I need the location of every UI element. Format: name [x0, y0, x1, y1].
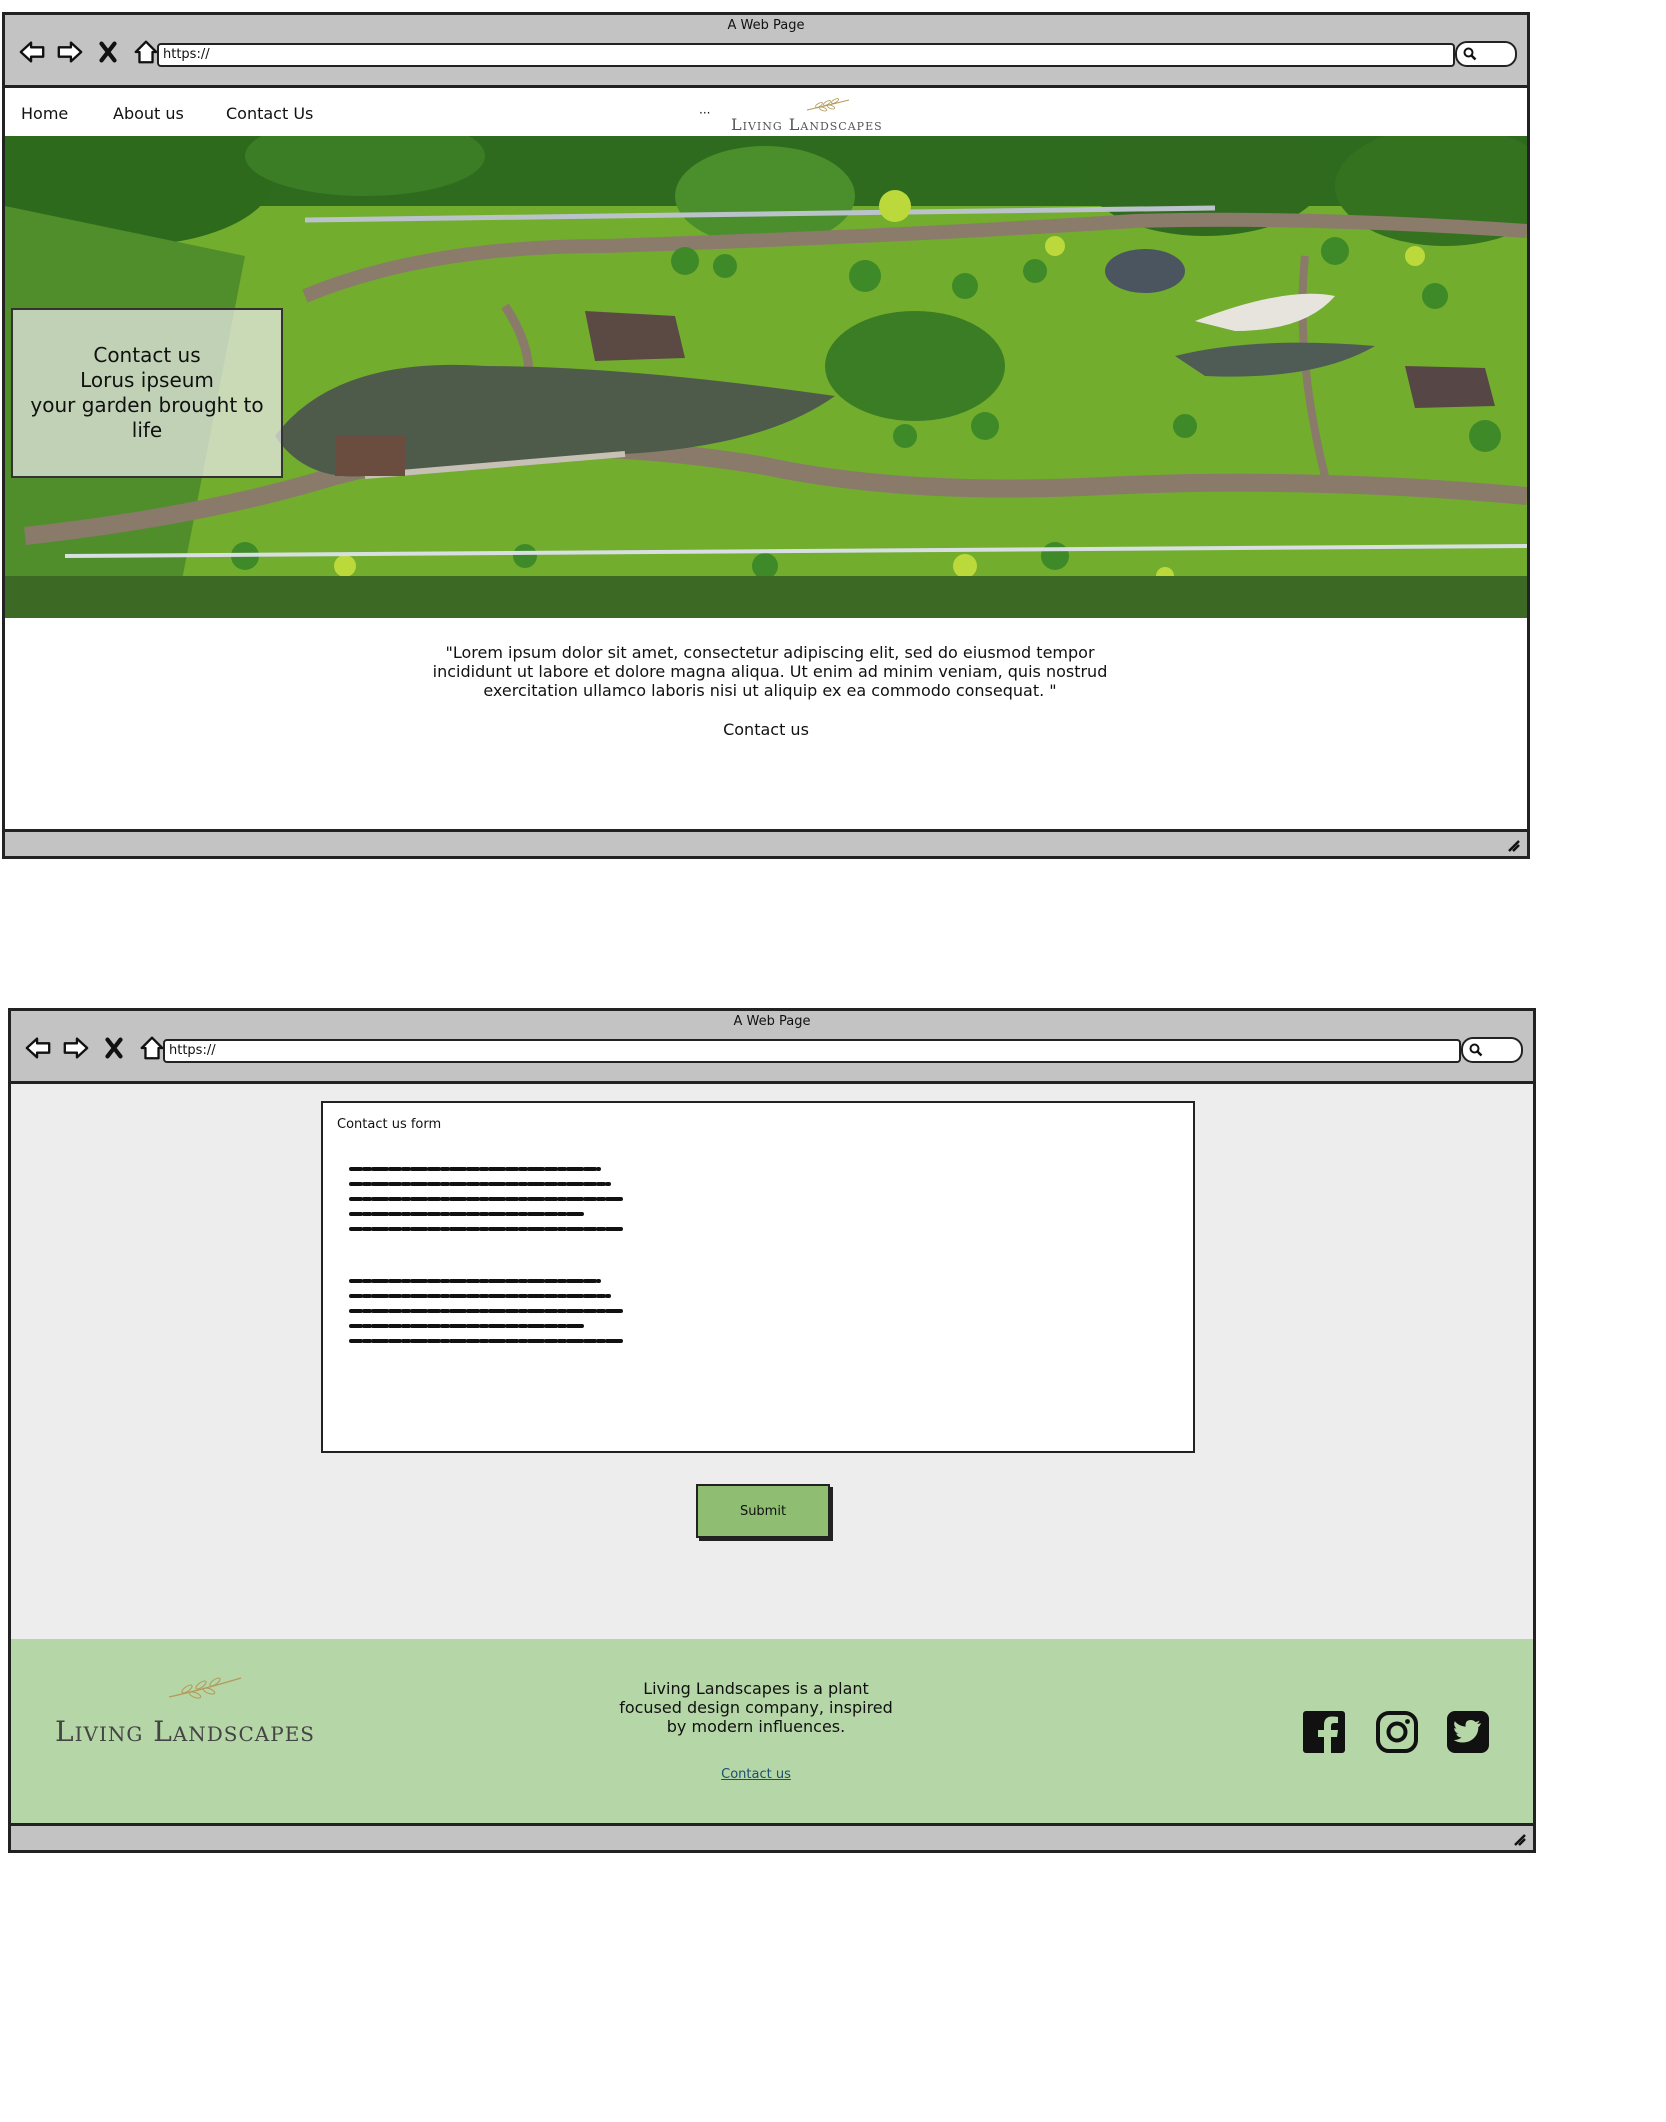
site-footer: Living Landscapes Living Landscapes is a…	[11, 1639, 1533, 1825]
facebook-icon[interactable]	[1301, 1709, 1347, 1755]
footer-brand-name: Living Landscapes	[55, 1715, 315, 1748]
form-title: Contact us form	[337, 1117, 442, 1132]
hero-line-1: Contact us	[93, 343, 201, 367]
hero-line-3: your garden brought to life	[30, 393, 264, 442]
window-title: A Web Page	[727, 18, 805, 33]
hero-line-2: Lorus ipseum	[80, 368, 214, 392]
browser-chrome: A Web Page https://	[5, 15, 1527, 88]
twitter-icon[interactable]	[1445, 1709, 1491, 1755]
nav-about-us[interactable]: About us	[113, 104, 184, 123]
site-logo[interactable]: Living Landscapes	[731, 98, 961, 134]
placeholder-text-block	[347, 1273, 627, 1351]
status-bar	[5, 829, 1527, 856]
forward-arrow-icon[interactable]	[61, 1033, 91, 1063]
browser-search-field[interactable]	[1461, 1037, 1523, 1063]
nav-home[interactable]: Home	[21, 104, 68, 123]
stop-x-icon[interactable]	[99, 1033, 129, 1063]
browser-window-contact: A Web Page https:// Contact us form Subm…	[8, 1008, 1536, 1853]
brand-name: Living Landscapes	[731, 115, 883, 134]
contact-us-link[interactable]: Contact us	[5, 720, 1527, 739]
footer-description: Living Landscapes is a plant focused des…	[619, 1679, 893, 1736]
browser-window-home: A Web Page https:// Home About us Contac…	[2, 12, 1530, 859]
site-header: Home About us Contact Us ··· Living Land…	[5, 88, 1527, 136]
quote-text: "Lorem ipsum dolor sit amet, consectetur…	[432, 643, 1108, 700]
status-bar	[11, 1823, 1533, 1850]
forward-arrow-icon[interactable]	[55, 37, 85, 67]
resize-grip-icon[interactable]	[1505, 837, 1521, 853]
url-input[interactable]: https://	[163, 1039, 1461, 1063]
search-icon	[1463, 47, 1477, 61]
resize-grip-icon[interactable]	[1511, 1831, 1527, 1847]
back-arrow-icon[interactable]	[17, 37, 47, 67]
submit-button[interactable]: Submit	[696, 1484, 830, 1538]
instagram-icon[interactable]	[1374, 1709, 1420, 1755]
hero-garden-image: Contact us Lorus ipseum your garden brou…	[5, 136, 1527, 618]
placeholder-text-block	[347, 1161, 627, 1239]
url-input[interactable]: https://	[157, 43, 1455, 67]
window-title: A Web Page	[733, 1014, 811, 1029]
footer-contact-link[interactable]: Contact us	[611, 1767, 901, 1782]
search-icon	[1469, 1043, 1483, 1057]
scribble-text-lines	[349, 1279, 625, 1343]
browser-chrome: A Web Page https://	[11, 1011, 1533, 1084]
footer-logo[interactable]: Living Landscapes	[55, 1675, 385, 1755]
nav-contact-us[interactable]: Contact Us	[226, 104, 313, 123]
browser-nav-buttons	[23, 1033, 167, 1063]
browser-search-field[interactable]	[1455, 41, 1517, 67]
browser-nav-buttons	[17, 37, 161, 67]
contact-form[interactable]: Contact us form	[321, 1101, 1195, 1453]
leaf-sprig-icon	[168, 1677, 242, 1699]
contact-page: Contact us form Submit Living Landscapes…	[11, 1084, 1533, 1825]
back-arrow-icon[interactable]	[23, 1033, 53, 1063]
leaf-sprig-icon	[806, 98, 850, 112]
nav-ellipsis: ···	[699, 106, 711, 120]
scribble-text-lines	[349, 1167, 625, 1231]
stop-x-icon[interactable]	[93, 37, 123, 67]
hero-overlay-card[interactable]: Contact us Lorus ipseum your garden brou…	[11, 308, 283, 478]
